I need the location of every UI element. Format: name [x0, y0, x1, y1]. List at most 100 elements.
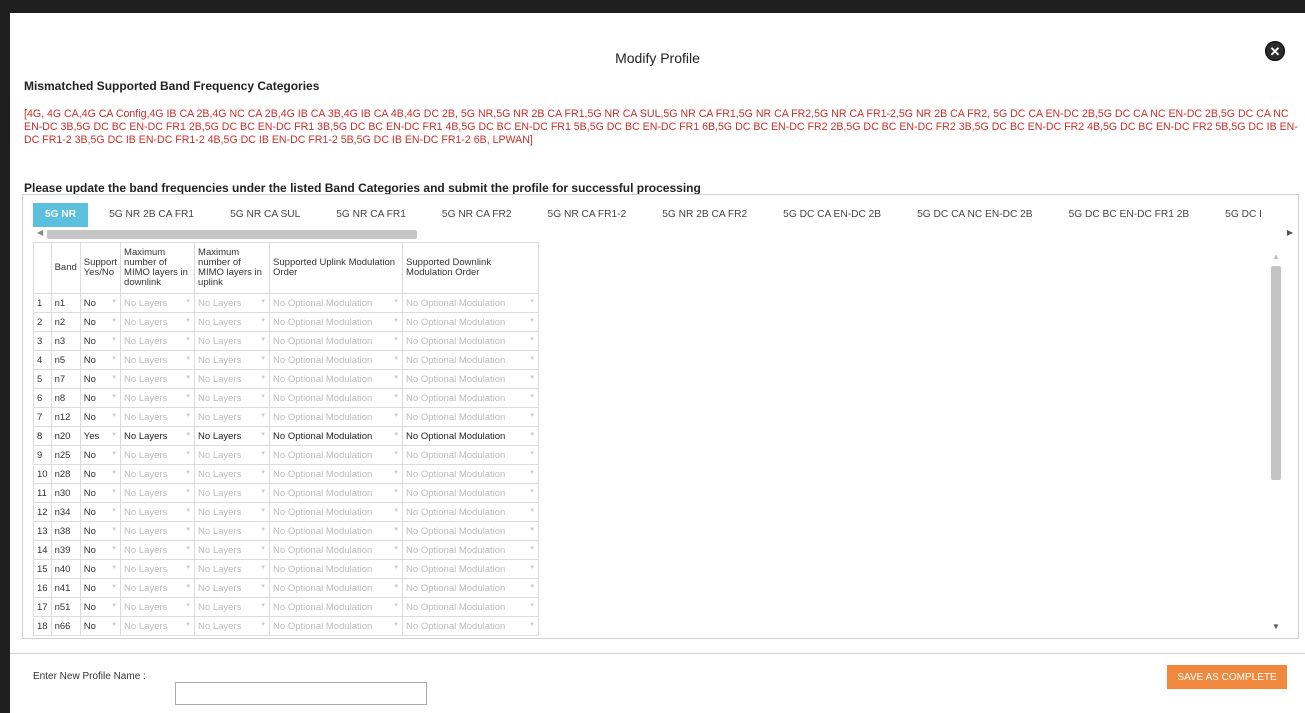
dl-modulation-select[interactable]: No Optional Modulation: [402, 521, 540, 541]
scroll-left-icon[interactable]: ◀: [37, 228, 43, 237]
scroll-down-icon[interactable]: ▼: [1272, 622, 1280, 631]
dl-modulation-select[interactable]: No Optional Modulation: [402, 559, 540, 579]
tab-5g-nr[interactable]: 5G NR: [33, 203, 89, 227]
ul-mimo-select[interactable]: No Layers: [194, 521, 271, 541]
dl-modulation-select[interactable]: No Optional Modulation: [402, 293, 540, 313]
ul-modulation-select[interactable]: No Optional Modulation: [269, 578, 404, 598]
horizontal-scroll-thumb[interactable]: [47, 230, 417, 239]
ul-mimo-select[interactable]: No Layers: [194, 388, 271, 408]
dl-modulation-select[interactable]: No Optional Modulation: [402, 464, 540, 484]
ul-modulation-select[interactable]: No Optional Modulation: [269, 597, 404, 617]
support-select[interactable]: No: [79, 521, 122, 541]
dl-mimo-select[interactable]: No Layers: [120, 559, 196, 579]
ul-modulation-select[interactable]: No Optional Modulation: [269, 464, 404, 484]
support-select[interactable]: No: [79, 502, 122, 522]
ul-modulation-select[interactable]: No Optional Modulation: [269, 407, 404, 427]
dl-modulation-select[interactable]: No Optional Modulation: [402, 350, 540, 370]
dl-modulation-select[interactable]: No Optional Modulation: [402, 502, 540, 522]
dl-mimo-select[interactable]: No Layers: [120, 331, 196, 351]
tab-5g-nr-ca-sul[interactable]: 5G NR CA SUL: [215, 203, 315, 227]
ul-mimo-select[interactable]: No Layers: [194, 293, 271, 313]
support-select[interactable]: No: [79, 483, 122, 503]
tab-5g-nr-2b-ca-fr1[interactable]: 5G NR 2B CA FR1: [94, 203, 209, 227]
vertical-scrollbar[interactable]: ▲ ▼: [1269, 252, 1283, 638]
tab-5g-dc-ca-nc-en-dc-2b[interactable]: 5G DC CA NC EN-DC 2B: [902, 203, 1047, 227]
ul-modulation-select[interactable]: No Optional Modulation: [269, 388, 404, 408]
vertical-scroll-thumb[interactable]: [1271, 266, 1281, 480]
dl-mimo-select[interactable]: No Layers: [120, 369, 196, 389]
ul-mimo-select[interactable]: No Layers: [194, 540, 271, 560]
ul-mimo-select[interactable]: No Layers: [194, 464, 271, 484]
dl-mimo-select[interactable]: No Layers: [120, 616, 196, 636]
support-select[interactable]: Yes: [79, 426, 122, 446]
tab-5g-nr-2b-ca-fr2[interactable]: 5G NR 2B CA FR2: [647, 203, 762, 227]
ul-modulation-select[interactable]: No Optional Modulation: [269, 483, 404, 503]
ul-mimo-select[interactable]: No Layers: [194, 502, 271, 522]
ul-modulation-select[interactable]: No Optional Modulation: [269, 369, 404, 389]
ul-mimo-select[interactable]: No Layers: [194, 369, 271, 389]
support-select[interactable]: No: [79, 616, 122, 636]
tab-5g-nr-ca-fr1[interactable]: 5G NR CA FR1: [321, 203, 421, 227]
ul-mimo-select[interactable]: No Layers: [194, 616, 271, 636]
ul-modulation-select[interactable]: No Optional Modulation: [269, 540, 404, 560]
ul-mimo-select[interactable]: No Layers: [194, 597, 271, 617]
ul-modulation-select[interactable]: No Optional Modulation: [269, 445, 404, 465]
ul-mimo-select[interactable]: No Layers: [194, 312, 271, 332]
dl-modulation-select[interactable]: No Optional Modulation: [402, 578, 540, 598]
ul-modulation-select[interactable]: No Optional Modulation: [269, 331, 404, 351]
dl-modulation-select[interactable]: No Optional Modulation: [402, 407, 540, 427]
scroll-right-icon[interactable]: ▶: [1287, 228, 1293, 237]
dl-modulation-select[interactable]: No Optional Modulation: [402, 369, 540, 389]
dl-mimo-select[interactable]: No Layers: [120, 502, 196, 522]
tab-5g-nr-ca-fr1-2[interactable]: 5G NR CA FR1-2: [533, 203, 642, 227]
tab-5g-nr-ca-fr2[interactable]: 5G NR CA FR2: [427, 203, 527, 227]
support-select[interactable]: No: [79, 597, 122, 617]
tab-5g-dc-i[interactable]: 5G DC I: [1210, 203, 1277, 227]
horizontal-scrollbar[interactable]: ◀ ▶: [33, 228, 1298, 240]
ul-modulation-select[interactable]: No Optional Modulation: [269, 350, 404, 370]
support-select[interactable]: No: [79, 559, 122, 579]
ul-modulation-select[interactable]: No Optional Modulation: [269, 293, 404, 313]
ul-mimo-select[interactable]: No Layers: [194, 331, 271, 351]
dl-modulation-select[interactable]: No Optional Modulation: [402, 616, 540, 636]
dl-modulation-select[interactable]: No Optional Modulation: [402, 426, 540, 446]
ul-mimo-select[interactable]: No Layers: [194, 350, 271, 370]
ul-mimo-select[interactable]: No Layers: [194, 445, 271, 465]
dl-mimo-select[interactable]: No Layers: [120, 445, 196, 465]
dl-modulation-select[interactable]: No Optional Modulation: [402, 540, 540, 560]
support-select[interactable]: No: [79, 350, 122, 370]
support-select[interactable]: No: [79, 388, 122, 408]
dl-mimo-select[interactable]: No Layers: [120, 350, 196, 370]
support-select[interactable]: No: [79, 369, 122, 389]
ul-modulation-select[interactable]: No Optional Modulation: [269, 426, 404, 446]
ul-mimo-select[interactable]: No Layers: [194, 407, 271, 427]
dl-mimo-select[interactable]: No Layers: [120, 426, 196, 446]
dl-mimo-select[interactable]: No Layers: [120, 578, 196, 598]
support-select[interactable]: No: [79, 578, 122, 598]
ul-modulation-select[interactable]: No Optional Modulation: [269, 559, 404, 579]
dl-modulation-select[interactable]: No Optional Modulation: [402, 597, 540, 617]
dl-modulation-select[interactable]: No Optional Modulation: [402, 388, 540, 408]
support-select[interactable]: No: [79, 445, 122, 465]
dl-modulation-select[interactable]: No Optional Modulation: [402, 331, 540, 351]
dl-modulation-select[interactable]: No Optional Modulation: [402, 312, 540, 332]
tab-5g-dc-ca-en-dc-2b[interactable]: 5G DC CA EN-DC 2B: [768, 203, 896, 227]
support-select[interactable]: No: [79, 331, 122, 351]
support-select[interactable]: No: [79, 464, 122, 484]
ul-modulation-select[interactable]: No Optional Modulation: [269, 502, 404, 522]
ul-modulation-select[interactable]: No Optional Modulation: [269, 616, 404, 636]
ul-modulation-select[interactable]: No Optional Modulation: [269, 312, 404, 332]
dl-mimo-select[interactable]: No Layers: [120, 388, 196, 408]
dl-mimo-select[interactable]: No Layers: [120, 597, 196, 617]
tab-5g-dc-bc-en-dc-fr1-2b[interactable]: 5G DC BC EN-DC FR1 2B: [1054, 203, 1205, 227]
ul-mimo-select[interactable]: No Layers: [194, 483, 271, 503]
dl-mimo-select[interactable]: No Layers: [120, 293, 196, 313]
support-select[interactable]: No: [79, 407, 122, 427]
dl-mimo-select[interactable]: No Layers: [120, 521, 196, 541]
dl-mimo-select[interactable]: No Layers: [120, 464, 196, 484]
ul-mimo-select[interactable]: No Layers: [194, 426, 271, 446]
dl-mimo-select[interactable]: No Layers: [120, 312, 196, 332]
support-select[interactable]: No: [79, 540, 122, 560]
ul-mimo-select[interactable]: No Layers: [194, 578, 271, 598]
dl-mimo-select[interactable]: No Layers: [120, 540, 196, 560]
